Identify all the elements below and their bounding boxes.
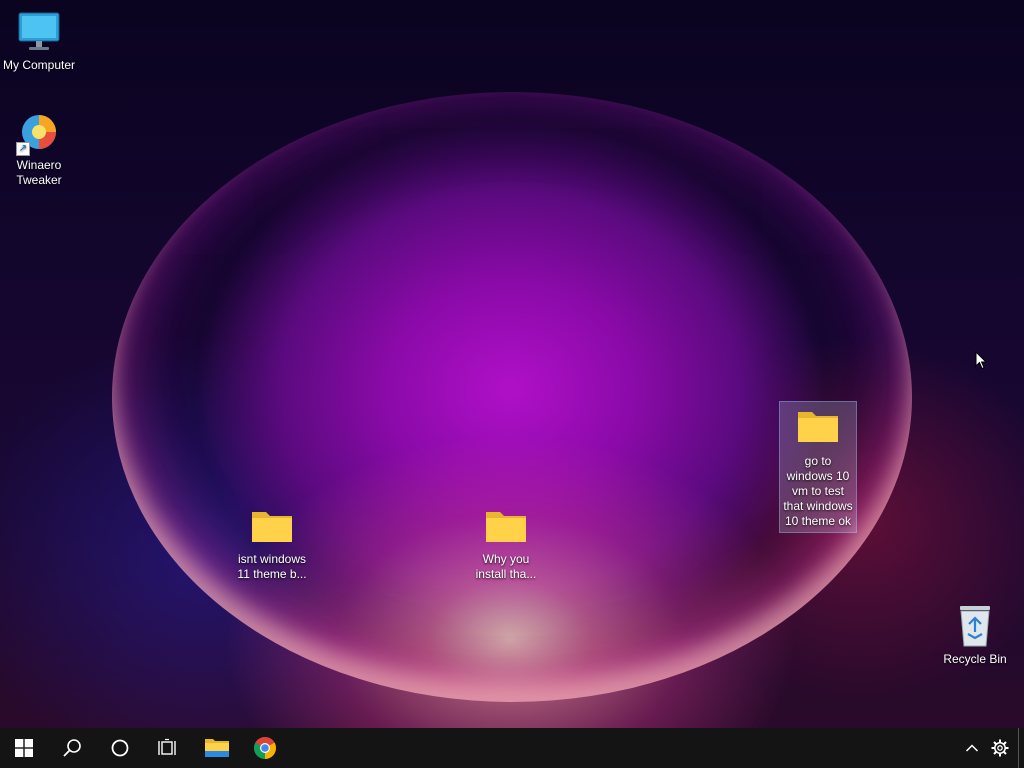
search-button[interactable] xyxy=(48,728,96,768)
file-explorer-taskbar-button[interactable] xyxy=(192,728,242,768)
wallpaper-orb xyxy=(112,92,912,702)
desktop-icon-label: Why you install tha... xyxy=(475,552,537,581)
task-view-icon xyxy=(158,738,176,755)
chrome-icon xyxy=(254,737,276,759)
windows-logo-icon xyxy=(15,739,33,757)
desktop-icon-label: isnt windows 11 theme b... xyxy=(237,552,307,581)
winaero-tweaker-icon: ↗ xyxy=(15,108,63,156)
start-button[interactable] xyxy=(0,728,48,768)
show-hidden-icons-button[interactable] xyxy=(958,728,986,768)
desktop-icon-my-computer[interactable]: My Computer xyxy=(0,8,78,73)
desktop-icon-label: My Computer xyxy=(2,58,76,72)
shortcut-arrow-icon: ↗ xyxy=(16,142,30,156)
computer-icon xyxy=(15,8,63,56)
desktop-icon-recycle-bin[interactable]: Recycle Bin xyxy=(936,602,1014,667)
taskbar xyxy=(0,728,1024,768)
task-view-button[interactable] xyxy=(144,728,192,768)
chrome-taskbar-button[interactable] xyxy=(242,728,288,768)
mouse-cursor-icon xyxy=(975,351,987,370)
folder-icon xyxy=(248,502,296,550)
settings-tray-button[interactable] xyxy=(986,728,1014,768)
folder-icon xyxy=(794,402,842,450)
file-explorer-icon xyxy=(205,739,229,757)
desktop-icon-folder[interactable]: Why you install tha... xyxy=(467,502,545,582)
folder-icon xyxy=(482,502,530,550)
desktop[interactable]: My Computer ↗ Winaero Tweaker isnt windo… xyxy=(0,0,1024,728)
chevron-up-icon xyxy=(965,744,979,752)
desktop-icon-folder[interactable]: isnt windows 11 theme b... xyxy=(233,502,311,582)
desktop-icon-label: go to windows 10 vm to test that windows… xyxy=(783,454,853,528)
desktop-icon-winaero-tweaker[interactable]: ↗ Winaero Tweaker xyxy=(0,108,78,188)
desktop-icon-label: Recycle Bin xyxy=(943,652,1007,666)
show-desktop-button[interactable] xyxy=(1018,728,1024,768)
cortana-button[interactable] xyxy=(96,728,144,768)
gear-icon xyxy=(991,739,1009,757)
search-icon xyxy=(63,739,81,757)
desktop-icon-label: Winaero Tweaker xyxy=(16,158,62,187)
desktop-icon-folder-selected[interactable]: go to windows 10 vm to test that windows… xyxy=(779,401,857,533)
cortana-circle-icon xyxy=(111,739,129,757)
recycle-bin-icon xyxy=(951,602,999,650)
system-tray xyxy=(958,728,1024,768)
